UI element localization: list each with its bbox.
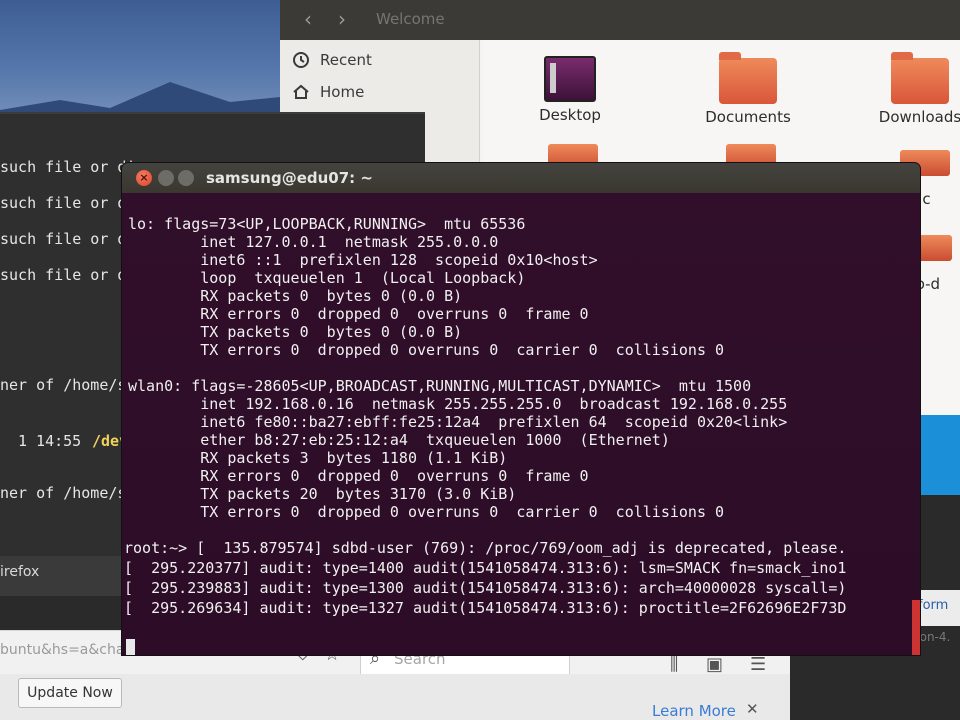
file-manager-title: Welcome [376, 10, 445, 28]
file-item-label: Documents [705, 108, 791, 126]
terminal-line: [ 295.220377] audit: type=1400 audit(154… [124, 559, 847, 577]
background-window-edge [912, 600, 920, 655]
terminal-line: [ 295.239883] audit: type=1300 audit(154… [124, 579, 847, 597]
terminal-line: inet6 fe80::ba27:ebff:fe25:12a4 prefixle… [128, 413, 788, 431]
terminal-line: TX errors 0 dropped 0 overruns 0 carrier… [128, 503, 725, 521]
sidebar-item-recent[interactable]: Recent [292, 46, 372, 74]
terminal-line: [ 295.269634] audit: type=1327 audit(154… [124, 599, 847, 617]
downloads-folder-icon [891, 52, 949, 104]
terminal-line: RX errors 0 dropped 0 overruns 0 frame 0 [128, 467, 589, 485]
background-window-fragment [920, 415, 960, 495]
terminal-output[interactable]: lo: flags=73<UP,LOOPBACK,RUNNING> mtu 65… [122, 193, 920, 655]
sidebar-item-home[interactable]: Home [292, 78, 364, 106]
terminal-line: inet6 ::1 prefixlen 128 scopeid 0x10<hos… [128, 251, 598, 269]
sidebar-icon[interactable]: ▣ [706, 654, 723, 675]
terminal-line: wlan0: flags=-28605<UP,BROADCAST,RUNNING… [128, 377, 752, 395]
terminal-line: TX packets 0 bytes 0 (0.0 B) [128, 323, 463, 341]
terminal-line: inet 192.168.0.16 netmask 255.255.255.0 … [128, 395, 788, 413]
file-item-documents[interactable]: Documents [688, 52, 808, 126]
terminal-title-bar[interactable]: × samsung@edu07: ~ [122, 163, 920, 193]
terminal-title: samsung@edu07: ~ [206, 169, 373, 187]
forward-arrow-icon[interactable]: › [328, 6, 356, 32]
hamburger-menu-icon[interactable]: ☰ [750, 654, 766, 675]
maximize-icon[interactable] [178, 170, 194, 186]
back-arrow-icon[interactable]: ‹ [294, 6, 322, 32]
home-icon [293, 84, 309, 99]
close-icon[interactable]: ✕ [746, 700, 759, 718]
desktop-wallpaper [0, 0, 290, 130]
file-item-label: Desktop [539, 106, 601, 124]
terminal-line: inet 127.0.0.1 netmask 255.0.0.0 [128, 233, 499, 251]
terminal-line: lo: flags=73<UP,LOOPBACK,RUNNING> mtu 65… [128, 215, 526, 233]
sidebar-item-label: Recent [320, 51, 372, 69]
file-manager-header: ‹ › Welcome [280, 0, 960, 40]
terminal-line: ether b8:27:eb:25:12:a4 txqueuelen 1000 … [128, 431, 670, 449]
learn-more-link[interactable]: Learn More [652, 702, 736, 720]
terminal-line: ner of /home/s [0, 376, 127, 394]
documents-folder-icon [719, 52, 777, 104]
terminal-line: RX errors 0 dropped 0 overruns 0 frame 0 [128, 305, 589, 323]
terminal-line: loop txqueuelen 1 (Local Loopback) [128, 269, 526, 287]
update-now-button[interactable]: Update Now [18, 678, 122, 708]
terminal-line: such file or di [0, 266, 136, 284]
terminal-cursor [126, 639, 135, 655]
terminal-line: ner of /home/s [0, 484, 127, 502]
terminal-line: TX errors 0 dropped 0 overruns 0 carrier… [128, 341, 725, 359]
terminal-line: RX packets 0 bytes 0 (0.0 B) [128, 287, 463, 305]
clock-icon [293, 52, 309, 68]
main-terminal-window[interactable]: × samsung@edu07: ~ lo: flags=73<UP,LOOPB… [122, 163, 920, 655]
close-icon[interactable]: × [136, 170, 152, 186]
library-icon[interactable]: ⫼ [670, 654, 678, 675]
terminal-line: such file or di [0, 158, 136, 176]
sidebar-item-label: Home [320, 83, 365, 101]
file-item-label: Downloads [878, 108, 960, 126]
terminal-line: RX packets 3 bytes 1180 (1.1 KiB) [128, 449, 508, 467]
minimize-icon[interactable] [158, 170, 174, 186]
firefox-tab-label[interactable]: irefox [0, 564, 39, 580]
file-item-desktop[interactable]: Desktop [510, 56, 630, 124]
terminal-line: root:~> [ 135.879574] sdbd-user (769): /… [124, 539, 847, 557]
terminal-line: such file or d [0, 194, 127, 212]
form-label: form [918, 598, 949, 613]
desktop-folder-icon [544, 56, 596, 102]
terminal-line: 1 14:55 [18, 432, 91, 450]
file-item-downloads[interactable]: Downloads [860, 52, 960, 126]
terminal-line: TX packets 20 bytes 3170 (3.0 KiB) [128, 485, 517, 503]
terminal-line: such file or di [0, 230, 136, 248]
